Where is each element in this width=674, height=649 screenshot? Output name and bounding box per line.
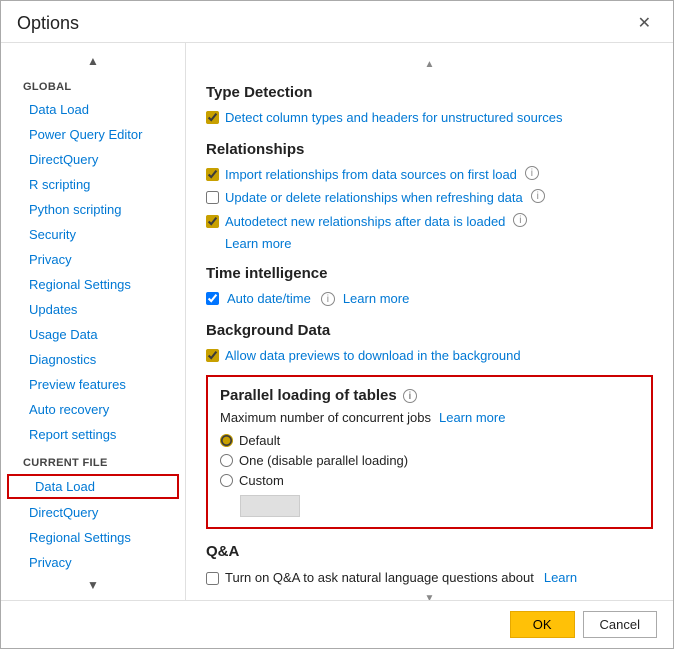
parallel-radio-default-row: Default — [220, 433, 639, 448]
type-detection-title: Type Detection — [206, 84, 653, 101]
relationships-checkbox1[interactable] — [206, 168, 219, 181]
qna-title: Q&A — [206, 543, 653, 560]
relationships-row1: Import relationships from data sources o… — [206, 166, 653, 184]
sidebar-item-updates[interactable]: Updates — [1, 297, 185, 322]
sidebar-item-data-load[interactable]: Data Load — [1, 97, 185, 122]
parallel-loading-title: Parallel loading of tables i — [220, 387, 639, 404]
relationships-learn-more-link[interactable]: Learn more — [225, 236, 291, 251]
relationships-checkbox3[interactable] — [206, 215, 219, 228]
main-scroll-down-indicator: ▼ — [206, 593, 653, 600]
type-detection-checkbox[interactable] — [206, 111, 219, 124]
type-detection-row: Detect column types and headers for unst… — [206, 109, 653, 127]
sidebar-item-auto-recovery[interactable]: Auto recovery — [1, 397, 185, 422]
parallel-radio-default-label: Default — [239, 433, 280, 448]
sidebar-item-preview-features[interactable]: Preview features — [1, 372, 185, 397]
relationships-learn-more-row: Learn more — [225, 236, 653, 251]
relationships-row3: Autodetect new relationships after data … — [206, 213, 653, 231]
sidebar-current-file-label: CURRENT FILE — [1, 447, 185, 473]
parallel-radio-one-label: One (disable parallel loading) — [239, 453, 408, 468]
qna-row: Turn on Q&A to ask natural language ques… — [206, 570, 653, 585]
parallel-radio-one-row: One (disable parallel loading) — [220, 453, 639, 468]
time-intelligence-learn-more-link[interactable]: Learn more — [343, 291, 409, 306]
sidebar-item-python-scripting[interactable]: Python scripting — [1, 197, 185, 222]
parallel-radio-custom[interactable] — [220, 474, 233, 487]
sidebar-item-data-load-cf[interactable]: Data Load — [7, 474, 179, 499]
time-intelligence-row: Auto date/time i Learn more — [206, 290, 653, 308]
sidebar-global-label: GLOBAL — [1, 71, 185, 97]
dialog-header: Options ✕ — [1, 1, 673, 43]
background-data-checkbox[interactable] — [206, 349, 219, 362]
qna-label: Turn on Q&A to ask natural language ques… — [225, 570, 534, 585]
sidebar: ▲ GLOBAL Data Load Power Query Editor Di… — [1, 43, 186, 600]
parallel-loading-box: Parallel loading of tables i Maximum num… — [206, 375, 653, 529]
relationships-info-icon2[interactable]: i — [531, 189, 545, 203]
parallel-loading-learn-more-link[interactable]: Learn more — [439, 410, 505, 425]
parallel-custom-input[interactable] — [240, 495, 300, 517]
relationships-row2: Update or delete relationships when refr… — [206, 189, 653, 207]
time-intelligence-label: Auto date/time — [227, 290, 311, 308]
relationships-info-icon3[interactable]: i — [513, 213, 527, 227]
sidebar-item-usage-data[interactable]: Usage Data — [1, 322, 185, 347]
options-dialog: Options ✕ ▲ GLOBAL Data Load Power Query… — [0, 0, 674, 649]
parallel-radio-one[interactable] — [220, 454, 233, 467]
parallel-loading-subtitle-row: Maximum number of concurrent jobs Learn … — [220, 410, 639, 425]
background-data-title: Background Data — [206, 322, 653, 339]
sidebar-scroll-up-icon[interactable]: ▲ — [1, 51, 185, 71]
background-data-label: Allow data previews to download in the b… — [225, 347, 521, 365]
sidebar-item-privacy[interactable]: Privacy — [1, 247, 185, 272]
sidebar-item-power-query-editor[interactable]: Power Query Editor — [1, 122, 185, 147]
parallel-radio-default[interactable] — [220, 434, 233, 447]
sidebar-item-diagnostics[interactable]: Diagnostics — [1, 347, 185, 372]
sidebar-item-r-scripting[interactable]: R scripting — [1, 172, 185, 197]
parallel-radio-custom-label: Custom — [239, 473, 284, 488]
sidebar-item-regional-settings[interactable]: Regional Settings — [1, 272, 185, 297]
sidebar-item-regional-settings-cf[interactable]: Regional Settings — [1, 525, 185, 550]
sidebar-item-privacy-cf[interactable]: Privacy — [1, 550, 185, 575]
time-intelligence-info-icon[interactable]: i — [321, 292, 335, 306]
qna-checkbox[interactable] — [206, 572, 219, 585]
type-detection-label: Detect column types and headers for unst… — [225, 109, 562, 127]
parallel-loading-info-icon[interactable]: i — [403, 389, 417, 403]
dialog-title: Options — [17, 13, 79, 34]
time-intelligence-title: Time intelligence — [206, 265, 653, 282]
sidebar-item-report-settings[interactable]: Report settings — [1, 422, 185, 447]
dialog-body: ▲ GLOBAL Data Load Power Query Editor Di… — [1, 43, 673, 600]
background-data-row: Allow data previews to download in the b… — [206, 347, 653, 365]
close-button[interactable]: ✕ — [632, 14, 657, 34]
relationships-title: Relationships — [206, 141, 653, 158]
sidebar-scroll-down-icon[interactable]: ▼ — [1, 575, 185, 595]
sidebar-item-security[interactable]: Security — [1, 222, 185, 247]
sidebar-item-directquery[interactable]: DirectQuery — [1, 147, 185, 172]
sidebar-item-directquery-cf[interactable]: DirectQuery — [1, 500, 185, 525]
time-intelligence-checkbox[interactable] — [206, 292, 219, 305]
main-scroll-up-indicator: ▲ — [206, 59, 653, 70]
relationships-info-icon1[interactable]: i — [525, 166, 539, 180]
parallel-radio-custom-row: Custom — [220, 473, 639, 488]
qna-learn-link[interactable]: Learn — [544, 570, 577, 585]
main-content: ▲ Type Detection Detect column types and… — [186, 43, 673, 600]
cancel-button[interactable]: Cancel — [583, 611, 657, 638]
parallel-loading-subtitle: Maximum number of concurrent jobs — [220, 410, 431, 425]
ok-button[interactable]: OK — [510, 611, 575, 638]
relationships-checkbox2[interactable] — [206, 191, 219, 204]
relationships-label2: Update or delete relationships when refr… — [225, 189, 523, 207]
relationships-label1: Import relationships from data sources o… — [225, 166, 517, 184]
relationships-label3: Autodetect new relationships after data … — [225, 213, 505, 231]
dialog-footer: OK Cancel — [1, 600, 673, 648]
